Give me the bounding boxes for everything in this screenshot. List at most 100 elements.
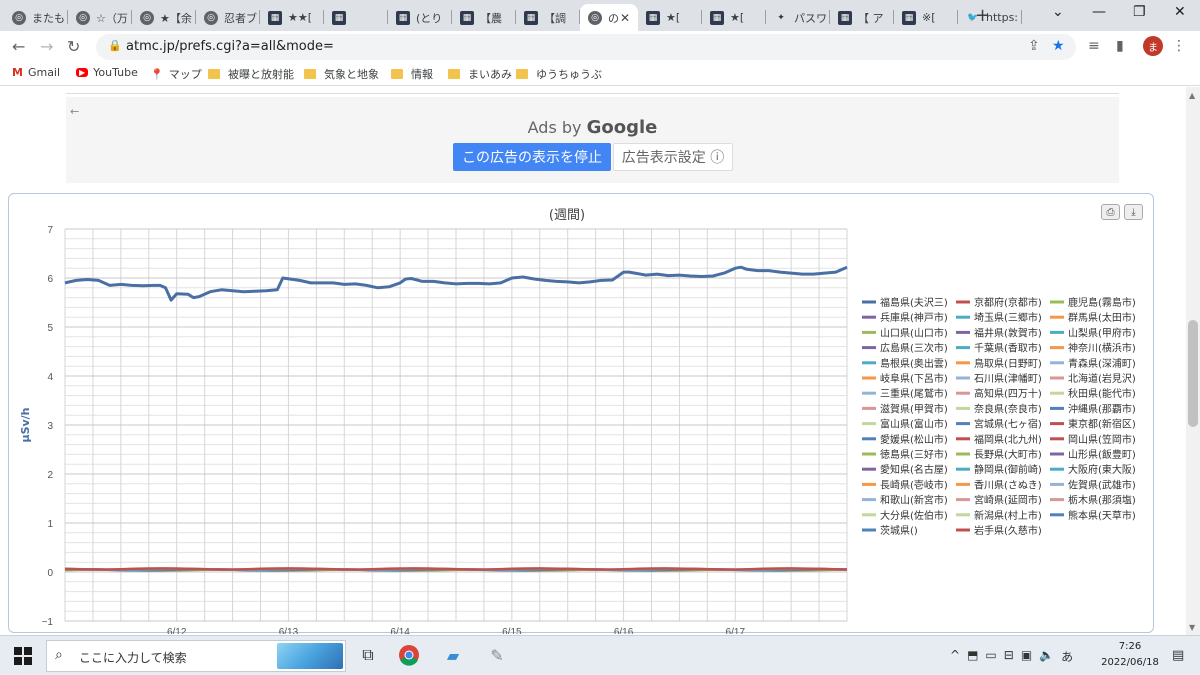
google-label: Google xyxy=(586,117,658,138)
legend-item: 山形県(飯豊町) xyxy=(1068,448,1136,461)
chrome-taskbar-icon[interactable] xyxy=(396,642,422,668)
tab[interactable]: ◎ ★【余 xyxy=(132,4,196,31)
globe-favicon-icon: ◎ xyxy=(12,10,26,25)
side-panel-icon[interactable]: ▮ xyxy=(1116,38,1124,54)
scroll-down-icon[interactable]: ▼ xyxy=(1189,623,1195,632)
legend-item: 新潟県(村上市) xyxy=(974,509,1042,522)
tab[interactable]: ▦ 【調 xyxy=(516,4,580,31)
bookmark-folder[interactable]: 被曝と放射能 xyxy=(208,66,294,82)
ad-settings-button[interactable]: 広告表示設定 ⓘ xyxy=(613,143,733,171)
bookmark-label: 情報 xyxy=(411,68,433,81)
tab[interactable]: ◎ 忍者ブ xyxy=(196,4,260,31)
y-tick-label: 5 xyxy=(47,323,53,334)
print-icon[interactable]: ⎙ xyxy=(1101,204,1120,220)
address-bar[interactable]: 🔒 atmc.jp/prefs.cgi?a=all&mode= ⇪ ★ xyxy=(96,34,1076,60)
tab-label: ☆（万 xyxy=(96,11,128,25)
reading-list-icon[interactable]: ≡ xyxy=(1088,38,1100,54)
tab[interactable]: ▦ ★★[ xyxy=(260,4,324,31)
legend-item: 沖縄県(那覇市) xyxy=(1068,402,1136,415)
legend-item: 高知県(四万十) xyxy=(974,387,1042,400)
legend-item: 島根県(奥出雲) xyxy=(880,357,948,370)
share-icon[interactable]: ⇪ xyxy=(1028,38,1040,54)
close-window-button[interactable]: ✕ xyxy=(1174,4,1186,20)
legend-item: 福岡県(北九州) xyxy=(974,433,1042,446)
meet-icon[interactable]: ▣ xyxy=(1021,648,1032,665)
bookmark-folder[interactable]: ゆうちゅうぶ xyxy=(516,66,602,82)
volume-icon[interactable]: 🔈 xyxy=(1039,648,1054,665)
bookmark-star-icon[interactable]: ★ xyxy=(1052,38,1065,54)
tab-active[interactable]: ◎ の ✕ xyxy=(580,4,638,31)
dark-favicon-icon: ▦ xyxy=(396,10,410,25)
taskbar-search-input[interactable]: ⌕ ここに入力して検索 xyxy=(46,640,346,672)
new-tab-button[interactable]: + xyxy=(975,5,990,26)
bookmark-label: まいあみ xyxy=(468,68,512,81)
folder-icon xyxy=(391,69,403,79)
reload-button[interactable]: ↻ xyxy=(67,37,80,56)
legend-item: 秋田県(能代市) xyxy=(1068,387,1136,400)
stop-ad-button[interactable]: この広告の表示を停止 xyxy=(453,143,611,171)
clock-date[interactable]: 2022/06/18 xyxy=(1094,657,1166,668)
bookmarks-bar: M Gmail ▶ YouTube 📍 マップ 被曝と放射能 気象と地象 情報 まいあみ ゆうちゅう… xyxy=(0,62,1200,86)
ads-by-label: Ads by xyxy=(527,118,582,137)
maximize-button[interactable]: ❐ xyxy=(1133,4,1146,20)
battery-icon[interactable]: ▭ xyxy=(985,648,996,665)
notes-app-icon[interactable]: ▰ xyxy=(440,642,466,668)
legend-item: 滋賀県(甲賀市) xyxy=(880,402,948,415)
legend-item: 茨城県() xyxy=(880,524,918,537)
profile-avatar[interactable]: ま xyxy=(1143,36,1163,56)
back-button[interactable]: ← xyxy=(12,37,25,56)
tab[interactable]: ▦ (とり xyxy=(388,4,452,31)
bookmark-folder[interactable]: 情報 xyxy=(391,66,433,82)
bookmark-label: マップ xyxy=(168,68,202,81)
search-highlight-image[interactable] xyxy=(277,643,343,669)
legend-item: 長崎県(壱岐市) xyxy=(880,478,948,491)
tab[interactable]: ▦ ★[ xyxy=(702,4,766,31)
tab[interactable]: ◎ またも xyxy=(4,4,68,31)
clock-time[interactable]: 7:26 xyxy=(1100,641,1160,652)
legend-item: 広島県(三次市) xyxy=(880,342,948,355)
tab[interactable]: ▦ 【農 xyxy=(452,4,516,31)
menu-icon[interactable]: ⋮ xyxy=(1172,38,1186,54)
legend-item: 愛知県(名古屋) xyxy=(880,463,948,476)
tab[interactable]: ▦ ※[ xyxy=(894,4,958,31)
scroll-up-icon[interactable]: ▲ xyxy=(1189,91,1195,100)
dark-favicon-icon: ▦ xyxy=(460,10,474,25)
pen-app-icon[interactable]: ✎ xyxy=(484,642,510,668)
tray-chevron-icon[interactable]: ^ xyxy=(950,648,960,665)
tab[interactable]: ▦ xyxy=(324,4,388,31)
y-tick-label: 2 xyxy=(47,470,53,481)
chart-card: −1 0 1 2 3 4 5 6 7 6/12 6/13 6/14 6/15 6/16 6/17 (週間) μS… xyxy=(8,193,1154,634)
bookmark-gmail[interactable]: M Gmail xyxy=(12,66,60,79)
legend-item: 山梨県(甲府市) xyxy=(1068,326,1136,339)
task-view-icon[interactable]: ⧉ xyxy=(355,642,381,668)
bookmark-maps[interactable]: 📍 マップ xyxy=(150,66,202,82)
star-favicon-icon: ✦ xyxy=(777,12,785,23)
bookmark-youtube[interactable]: ▶ YouTube xyxy=(76,66,138,79)
bookmark-folder[interactable]: まいあみ xyxy=(448,66,512,82)
page-scrollbar[interactable]: ▲ ▼ xyxy=(1186,87,1200,635)
tab-close-icon[interactable]: ✕ xyxy=(620,11,630,25)
tab-label: ★★[ xyxy=(288,11,313,24)
lock-icon[interactable]: 🔒 xyxy=(108,39,122,52)
notification-icon[interactable]: ▤ xyxy=(1172,648,1184,663)
url-text[interactable]: atmc.jp/prefs.cgi?a=all&mode= xyxy=(126,39,334,54)
tab[interactable]: ◎ ☆（万 xyxy=(68,4,132,31)
forward-button[interactable]: → xyxy=(40,37,53,56)
network-icon[interactable]: ⊟ xyxy=(1004,648,1014,665)
ime-indicator[interactable]: あ xyxy=(1061,648,1073,665)
tab[interactable]: ▦ ★[ xyxy=(638,4,702,31)
minimize-button[interactable]: — xyxy=(1092,4,1106,20)
dark-favicon-icon: ▦ xyxy=(268,10,282,25)
x-tick-label: 6/17 xyxy=(726,627,746,634)
download-icon[interactable]: ⤓ xyxy=(1124,204,1143,220)
tray-app-icon[interactable]: ⬒ xyxy=(967,648,978,665)
tab[interactable]: ✦ パスワ xyxy=(766,4,830,31)
bookmark-label: ゆうちゅうぶ xyxy=(536,68,602,81)
low-series-line xyxy=(64,567,848,571)
tab-search-icon[interactable]: ⌄ xyxy=(1052,4,1064,20)
x-tick-label: 6/16 xyxy=(614,627,634,634)
windows-start-icon[interactable] xyxy=(14,647,32,665)
tab[interactable]: ▦ 【 ア xyxy=(830,4,894,31)
bookmark-folder[interactable]: 気象と地象 xyxy=(304,66,379,82)
scroll-thumb[interactable] xyxy=(1188,320,1198,427)
